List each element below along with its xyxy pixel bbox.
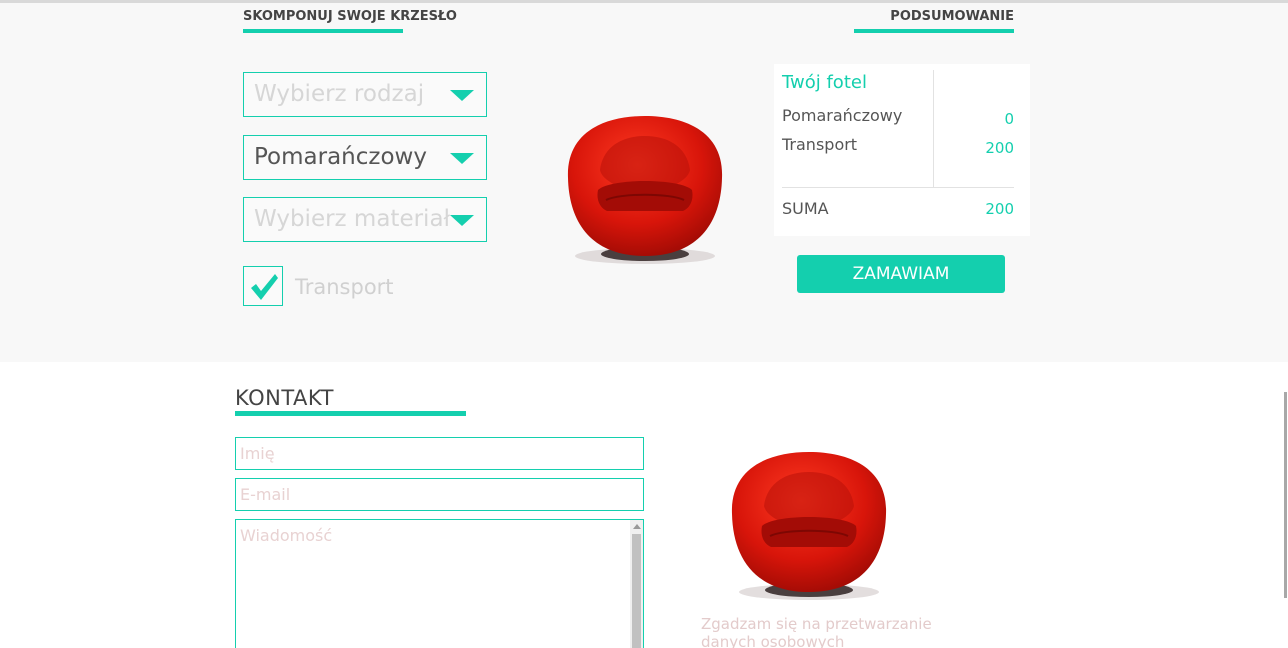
triangle-down-icon [450,215,474,226]
summary-title-underline [854,29,1014,33]
triangle-down-icon [450,153,474,164]
scrollbar-thumb[interactable] [632,534,641,648]
message-scrollbar[interactable] [630,520,643,648]
type-select[interactable]: Wybierz rodzaj [243,72,487,117]
summary-row-label: Pomarańczowy [782,106,903,125]
type-select-placeholder: Wybierz rodzaj [254,81,425,107]
email-input[interactable] [235,478,644,511]
order-button[interactable]: ZAMAWIAM [797,255,1005,293]
page-scrollbar[interactable] [1284,392,1287,598]
armchair-image [567,116,723,264]
summary-row-value: 200 [985,139,1014,157]
contact-title-underline [235,411,466,416]
armchair-image [731,452,887,600]
material-select[interactable]: Wybierz materiał [243,197,487,242]
triangle-down-icon [450,90,474,101]
scroll-up-arrow-icon[interactable] [633,524,641,529]
material-select-placeholder: Wybierz materiał [254,206,451,232]
checkmark-icon [251,274,278,300]
summary-divider-vertical [933,70,934,188]
summary-panel: Twój fotel Pomarańczowy 0 Transport 200 … [774,64,1030,236]
color-select-value: Pomarańczowy [254,144,427,170]
summary-total-label: SUMA [782,199,829,218]
summary-heading: Twój fotel [782,72,867,93]
name-input[interactable] [235,437,644,470]
summary-row-value: 0 [1004,110,1014,128]
summary-section-title: PODSUMOWANIE [890,9,1014,24]
contact-title: KONTAKT [235,386,334,410]
summary-total-value: 200 [985,200,1014,218]
message-textarea[interactable] [235,519,644,648]
summary-divider-horizontal [782,187,1014,188]
transport-checkbox[interactable] [243,266,283,306]
consent-text: Zgadzam się na przetwarzanie danych osob… [701,615,932,648]
configurator-title-underline [243,29,403,33]
configurator-title: SKOMPONUJ SWOJE KRZESŁO [243,9,457,24]
transport-checkbox-label: Transport [295,275,394,299]
color-select[interactable]: Pomarańczowy [243,135,487,180]
summary-row-label: Transport [782,135,858,154]
